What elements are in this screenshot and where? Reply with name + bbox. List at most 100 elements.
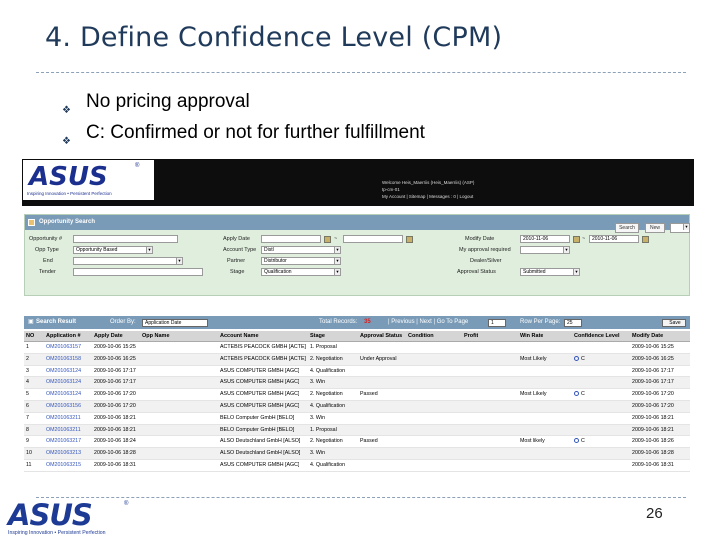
search-button[interactable]: Search bbox=[615, 223, 639, 233]
column-header[interactable]: Confidence Level bbox=[574, 331, 620, 342]
table-cell: 2. Negotiation bbox=[310, 438, 343, 445]
table-cell: BELO Computer GmbH [BELO] bbox=[220, 414, 295, 421]
column-header[interactable]: Apply Date bbox=[94, 331, 123, 342]
application-link[interactable]: OM201063156 bbox=[46, 401, 81, 413]
table-row[interactable]: 6 OM201063156 2009-10-06 17:20 ASUS COMPUTE… bbox=[24, 400, 690, 413]
table-row[interactable]: 11 OM201063215 2009-10-06 18:31 ASUS COMPUT… bbox=[24, 460, 690, 472]
table-row[interactable]: 1 OM201063157 2009-10-06 15:25 ACTEBIS PEAC… bbox=[24, 342, 690, 354]
radio-icon[interactable] bbox=[574, 391, 579, 397]
column-header[interactable]: Condition bbox=[408, 331, 434, 342]
table-cell: 2009-10-06 18:21 bbox=[632, 414, 674, 421]
apply-date-to[interactable] bbox=[343, 235, 403, 243]
application-link[interactable]: OM201063211 bbox=[46, 425, 81, 437]
bullet-item: ❖ C: Confirmed or not for further fulfill… bbox=[62, 119, 425, 150]
table-cell: C bbox=[574, 354, 585, 366]
table-cell: 8 bbox=[26, 426, 29, 433]
table-row[interactable]: 4 OM201063124 2009-10-06 17:17 ASUS COMPUTE… bbox=[24, 377, 690, 390]
application-link[interactable]: OM201063124 bbox=[46, 377, 81, 389]
account-links[interactable]: My Account | Sitemap | Messages : 0 | Lo… bbox=[382, 193, 474, 200]
rows-per-page-select[interactable]: 25 bbox=[564, 319, 582, 327]
table-row[interactable]: 8 OM201063211 2009-10-06 18:21 BELO Compute… bbox=[24, 424, 690, 437]
application-link[interactable]: OM201063211 bbox=[46, 413, 81, 425]
table-cell: 2009-10-06 15:25 bbox=[632, 344, 674, 350]
table-cell: 3 bbox=[26, 367, 29, 374]
save-button[interactable]: Save bbox=[662, 319, 686, 327]
application-link[interactable]: OM201063217 bbox=[46, 436, 81, 448]
bullet-marker-icon: ❖ bbox=[62, 136, 71, 147]
modify-date-from[interactable]: 2010-11-06 bbox=[520, 235, 570, 243]
table-cell: 2009-10-06 18:31 bbox=[94, 461, 136, 468]
table-cell: 1. Proposal bbox=[310, 344, 337, 350]
table-cell: 2009-10-06 17:20 bbox=[94, 391, 136, 398]
new-type-select[interactable]: ▼ bbox=[670, 223, 690, 233]
table-cell: 2009-10-06 16:25 bbox=[632, 355, 674, 362]
calendar-icon[interactable] bbox=[573, 236, 580, 243]
stage-select[interactable]: Qualification ▼ bbox=[261, 268, 341, 276]
table-row[interactable]: 7 OM201063211 2009-10-06 18:21 BELO Compute… bbox=[24, 413, 690, 425]
column-header[interactable]: Win Rate bbox=[520, 331, 543, 342]
column-header[interactable]: Stage bbox=[310, 331, 325, 342]
partner-select[interactable]: Distributor ▼ bbox=[261, 257, 341, 265]
modify-date-to[interactable]: 2010-11-06 bbox=[589, 235, 639, 243]
go-to-page-input[interactable]: 1 bbox=[488, 319, 506, 327]
column-header[interactable]: Approval Status bbox=[360, 331, 402, 342]
calendar-icon[interactable] bbox=[642, 236, 649, 243]
page-number: 26 bbox=[646, 505, 663, 522]
table-cell: 11 bbox=[26, 461, 32, 468]
column-header[interactable]: Application # bbox=[46, 331, 81, 342]
table-cell: Most likely bbox=[520, 438, 545, 445]
table-cell: 3. Win bbox=[310, 414, 326, 421]
pager-links[interactable]: | Previous | Next | Go To Page bbox=[388, 316, 468, 329]
application-link[interactable]: OM201063157 bbox=[46, 342, 81, 354]
column-header[interactable]: NO bbox=[26, 331, 34, 342]
radio-icon[interactable] bbox=[574, 438, 579, 444]
table-row[interactable]: 9 OM201063217 2009-10-06 18:24 ALSO Deutsch… bbox=[24, 436, 690, 449]
table-cell: 2009-10-06 15:25 bbox=[94, 344, 136, 350]
table-cell: C bbox=[574, 389, 585, 401]
table-cell: 2009-10-06 17:20 bbox=[94, 402, 136, 409]
table-cell: 2009-10-06 16:25 bbox=[94, 355, 136, 362]
calendar-icon[interactable] bbox=[406, 236, 413, 243]
table-row[interactable]: 10 OM201063213 2009-10-06 18:28 ALSO Deutsc… bbox=[24, 448, 690, 460]
table-cell: 2009-10-06 18:31 bbox=[632, 461, 674, 468]
opportunity-input[interactable] bbox=[73, 235, 178, 243]
table-row[interactable]: 5 OM201063124 2009-10-06 17:20 ASUS COMPUTE… bbox=[24, 389, 690, 401]
table-cell: 2009-10-06 18:21 bbox=[94, 426, 136, 433]
tender-input[interactable] bbox=[73, 268, 203, 276]
table-cell: 2009-10-06 18:26 bbox=[632, 438, 674, 445]
application-link[interactable]: OM201063124 bbox=[46, 366, 81, 378]
table-row[interactable]: 2 OM201063158 2009-10-06 16:25 ACTEBIS PEAC… bbox=[24, 353, 690, 366]
calendar-icon[interactable] bbox=[324, 236, 331, 243]
end-select[interactable]: ▼ bbox=[73, 257, 183, 265]
bottom-divider bbox=[36, 497, 686, 498]
apply-date-from[interactable] bbox=[261, 235, 321, 243]
account-type-select[interactable]: Distl ▼ bbox=[261, 246, 341, 254]
order-by-select[interactable]: Application Date bbox=[142, 319, 208, 327]
table-cell: Most Likely bbox=[520, 355, 547, 362]
application-link[interactable]: OM201063213 bbox=[46, 448, 81, 460]
approval-status-select[interactable]: Submitted ▼ bbox=[520, 268, 580, 276]
app-header: ASUS ® Inspiring Innovation • Persistent… bbox=[22, 159, 694, 206]
table-cell: 2009-10-06 18:24 bbox=[94, 438, 136, 445]
opp-type-select[interactable]: Opportunity Based ▼ bbox=[73, 246, 153, 254]
column-header[interactable]: Opp Name bbox=[142, 331, 170, 342]
column-header[interactable]: Modify Date bbox=[632, 331, 663, 342]
my-approval-select[interactable]: ▼ bbox=[520, 246, 570, 254]
table-cell: 2. Negotiation bbox=[310, 391, 343, 398]
application-link[interactable]: OM201063215 bbox=[46, 460, 81, 472]
column-header[interactable]: Account Name bbox=[220, 331, 259, 342]
table-row[interactable]: 3 OM201063124 2009-10-06 17:17 ASUS COMPUTE… bbox=[24, 366, 690, 378]
table-cell: 2009-10-06 17:17 bbox=[632, 379, 674, 386]
table-cell: 2009-10-06 17:17 bbox=[632, 367, 674, 374]
table-cell: Most Likely bbox=[520, 391, 547, 398]
table-cell: Under Approval bbox=[360, 355, 397, 362]
table-cell: 6 bbox=[26, 402, 29, 409]
column-header[interactable]: Profit bbox=[464, 331, 478, 342]
new-button[interactable]: New bbox=[645, 223, 665, 233]
table-cell: 3. Win bbox=[310, 450, 326, 457]
application-link[interactable]: OM201063124 bbox=[46, 389, 81, 401]
radio-icon[interactable] bbox=[574, 355, 579, 361]
application-link[interactable]: OM201063158 bbox=[46, 354, 81, 366]
table-cell: 2009-10-06 17:17 bbox=[94, 379, 136, 386]
table-cell: 4. Qualification bbox=[310, 367, 346, 374]
